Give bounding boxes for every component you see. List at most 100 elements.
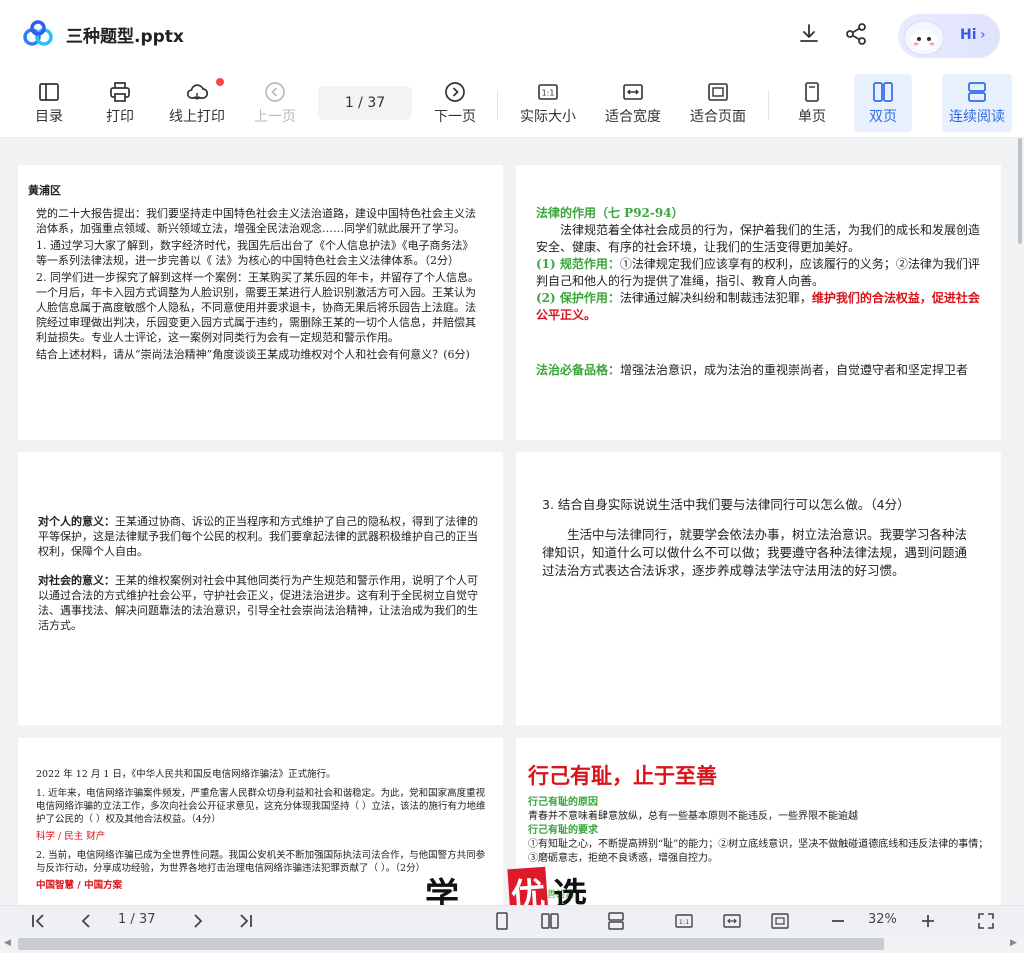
fit-page-icon	[708, 83, 728, 101]
partial-text: 至善的涵	[538, 890, 575, 900]
download-icon[interactable]	[797, 22, 821, 46]
svg-text:1:1: 1:1	[679, 918, 689, 926]
chevron-right-circle-icon	[445, 82, 465, 102]
double-page-button[interactable]: 双页	[854, 74, 912, 132]
current-page: 1	[118, 912, 127, 927]
continuous-read-icon[interactable]	[606, 911, 626, 931]
cloud-print-icon	[186, 84, 209, 101]
slide-paragraph: 1. 近年来，电信网络诈骗案件频发，严重危害人民群众切身利益和社会和谐稳定。为此…	[36, 788, 486, 825]
first-page-icon[interactable]	[28, 911, 48, 931]
toc-icon	[39, 83, 59, 101]
notification-dot	[216, 78, 224, 86]
robot-avatar-icon	[903, 20, 945, 56]
single-page-icon	[805, 82, 819, 102]
horizontal-scroll-thumb[interactable]	[18, 938, 884, 950]
slide-subheading: 行己有耻的要求	[528, 825, 598, 836]
fit-page-label: 适合页面	[690, 109, 746, 125]
file-name: 三种题型.pptx	[66, 27, 184, 47]
double-page-label: 双页	[869, 109, 897, 125]
actual-size-icon[interactable]: 1:1	[674, 911, 694, 931]
slide-subheading: 行己有耻的原因	[528, 797, 598, 808]
fullscreen-icon[interactable]	[976, 911, 996, 931]
toolbar-divider	[768, 90, 769, 120]
actual-size-label: 实际大小	[520, 109, 576, 125]
bottom-page-indicator[interactable]: 1 / 37	[118, 912, 155, 927]
toc-label: 目录	[35, 109, 63, 125]
slide-paragraph: 法律规范着全体社会成员的行为，保护着我们的生活，为我们的成长和发展创造安全、健康…	[536, 223, 981, 254]
slide-page-1: 黄浦区 党的二十大报告提出：我们要坚持走中国特色社会主义法治道路，建设中国特色社…	[18, 165, 503, 440]
page-number-input[interactable]: 1 / 37	[318, 86, 412, 120]
continuous-read-icon	[968, 82, 986, 102]
vertical-scroll-thumb[interactable]	[1018, 138, 1022, 244]
last-page-icon[interactable]	[236, 911, 256, 931]
print-button[interactable]: 打印	[99, 74, 141, 132]
double-page-icon[interactable]	[540, 911, 560, 931]
toolbar-divider	[497, 90, 498, 120]
online-print-button[interactable]: 线上打印	[164, 74, 230, 132]
vertical-scrollbar[interactable]	[1016, 138, 1024, 905]
item-text: 法律通过解决纠纷和制裁违法犯罪，	[619, 291, 812, 305]
bottom-toolbar: 1 / 37 1:1 32%	[0, 905, 1024, 935]
title-bar: 三种题型.pptx Hi ›	[0, 0, 1024, 68]
prev-page-label: 上一页	[254, 109, 296, 125]
printer-icon	[110, 82, 130, 102]
slide-heading: 法律的作用（七 P92-94）	[536, 206, 684, 220]
zoom-level[interactable]: 32%	[868, 912, 897, 927]
double-page-icon	[873, 82, 893, 102]
fit-width-label: 适合宽度	[605, 109, 661, 125]
svg-text:1:1: 1:1	[542, 89, 555, 98]
slide-paragraph: 结合上述材料，请从“崇尚法治精神”角度谈谈王某成功维权对个人和社会有何意义？(6…	[36, 348, 470, 361]
actual-size-button[interactable]: 1:1 实际大小	[516, 74, 580, 132]
slide-page-2: 法律的作用（七 P92-94） 法律规范着全体社会成员的行为，保护着我们的生活，…	[516, 165, 1001, 440]
prev-page-icon[interactable]	[76, 911, 96, 931]
prev-page-button[interactable]: 上一页	[250, 74, 300, 132]
ai-assistant-button[interactable]: Hi ›	[898, 14, 1000, 58]
hi-label: Hi	[960, 27, 977, 43]
scroll-right-icon[interactable]: ▶	[1010, 938, 1017, 948]
scroll-left-icon[interactable]: ◀	[4, 938, 11, 948]
single-page-label: 单页	[798, 109, 826, 125]
continuous-read-label: 连续阅读	[949, 109, 1005, 125]
actual-size-icon: 1:1	[538, 84, 558, 100]
fit-page-button[interactable]: 适合页面	[687, 74, 749, 132]
fit-width-icon	[623, 84, 643, 100]
single-page-icon[interactable]	[492, 911, 512, 931]
slide-paragraph: 1. 通过学习大家了解到，数字经济时代，我国先后出台了《个人信息护法》《电子商务…	[36, 239, 474, 267]
slide-page-4: 3. 结合自身实际说说生活中我们要与法律同行可以怎么做。（4分） 生活中与法律同…	[516, 452, 1001, 725]
item-label: (2) 保护作用：	[536, 291, 620, 305]
item-label: 对社会的意义：	[38, 574, 115, 587]
question-text: 3. 结合自身实际说说生活中我们要与法律同行可以怎么做。（4分）	[542, 497, 910, 512]
slide-page-6: 行己有耻，止于至善 行己有耻的原因 青春并不意味着肆意放纵，总有一些基本原则不能…	[516, 738, 1001, 905]
next-page-icon[interactable]	[188, 911, 208, 931]
fit-width-icon[interactable]	[722, 911, 742, 931]
chevron-left-circle-icon	[265, 82, 285, 102]
share-icon[interactable]	[844, 22, 868, 46]
slide-paragraph: 青春并不意味着肆意放纵，总有一些基本原则不能违反，一些界限不能逾越	[528, 811, 858, 822]
zoom-in-icon[interactable]	[918, 911, 938, 931]
zoom-out-icon[interactable]	[828, 911, 848, 931]
item-label: 对个人的意义：	[38, 515, 115, 528]
slide-heading: 黄浦区	[28, 184, 61, 197]
slide-paragraph: 2022 年 12 月 1 日，《中华人民共和国反电信网络诈骗法》正式施行。	[36, 769, 336, 780]
fit-width-button[interactable]: 适合宽度	[602, 74, 664, 132]
next-page-label: 下一页	[434, 109, 476, 125]
horizontal-scrollbar[interactable]: ◀ ▶	[0, 935, 1024, 953]
chevron-right-icon: ›	[980, 27, 986, 43]
continuous-read-button[interactable]: 连续阅读	[942, 74, 1012, 132]
slide-paragraph: 党的二十大报告提出：我们要坚持走中国特色社会主义法治道路，建设中国特色社会主义法…	[36, 207, 476, 235]
slide-page-3: 对个人的意义：王某通过协商、诉讼的正当程序和方式维护了自己的隐私权，得到了法律的…	[18, 452, 503, 725]
item-label: 法治必备品格：	[536, 363, 621, 377]
single-page-button[interactable]: 单页	[790, 74, 834, 132]
slide-paragraph: 2. 同学们进一步探究了解到这样一个案例：王某购买了某乐园的年卡，并留存了个人信…	[36, 271, 479, 344]
fit-page-icon[interactable]	[770, 911, 790, 931]
slide-heading: 行己有耻，止于至善	[528, 763, 717, 788]
next-page-button[interactable]: 下一页	[430, 74, 480, 132]
toc-button[interactable]: 目录	[28, 74, 70, 132]
item-label: (1) 规范作用：	[536, 257, 620, 271]
item-text: 增强法治意识，成为法治的重视崇尚者，自觉遵守者和坚定捍卫者	[620, 363, 969, 377]
slide-paragraph: ①有知耻之心，不断提高辨别“耻”的能力；②树立底线意识，坚决不做触碰道德底线和违…	[528, 839, 989, 864]
total-pages: / 37	[130, 912, 156, 927]
print-label: 打印	[106, 109, 134, 125]
slide-paragraph: 2. 当前，电信网络诈骗已成为全世界性问题。我国公安机关不断加强国际执法司法合作…	[36, 850, 486, 874]
answer-text: 科学 / 民主 财产	[36, 831, 106, 842]
